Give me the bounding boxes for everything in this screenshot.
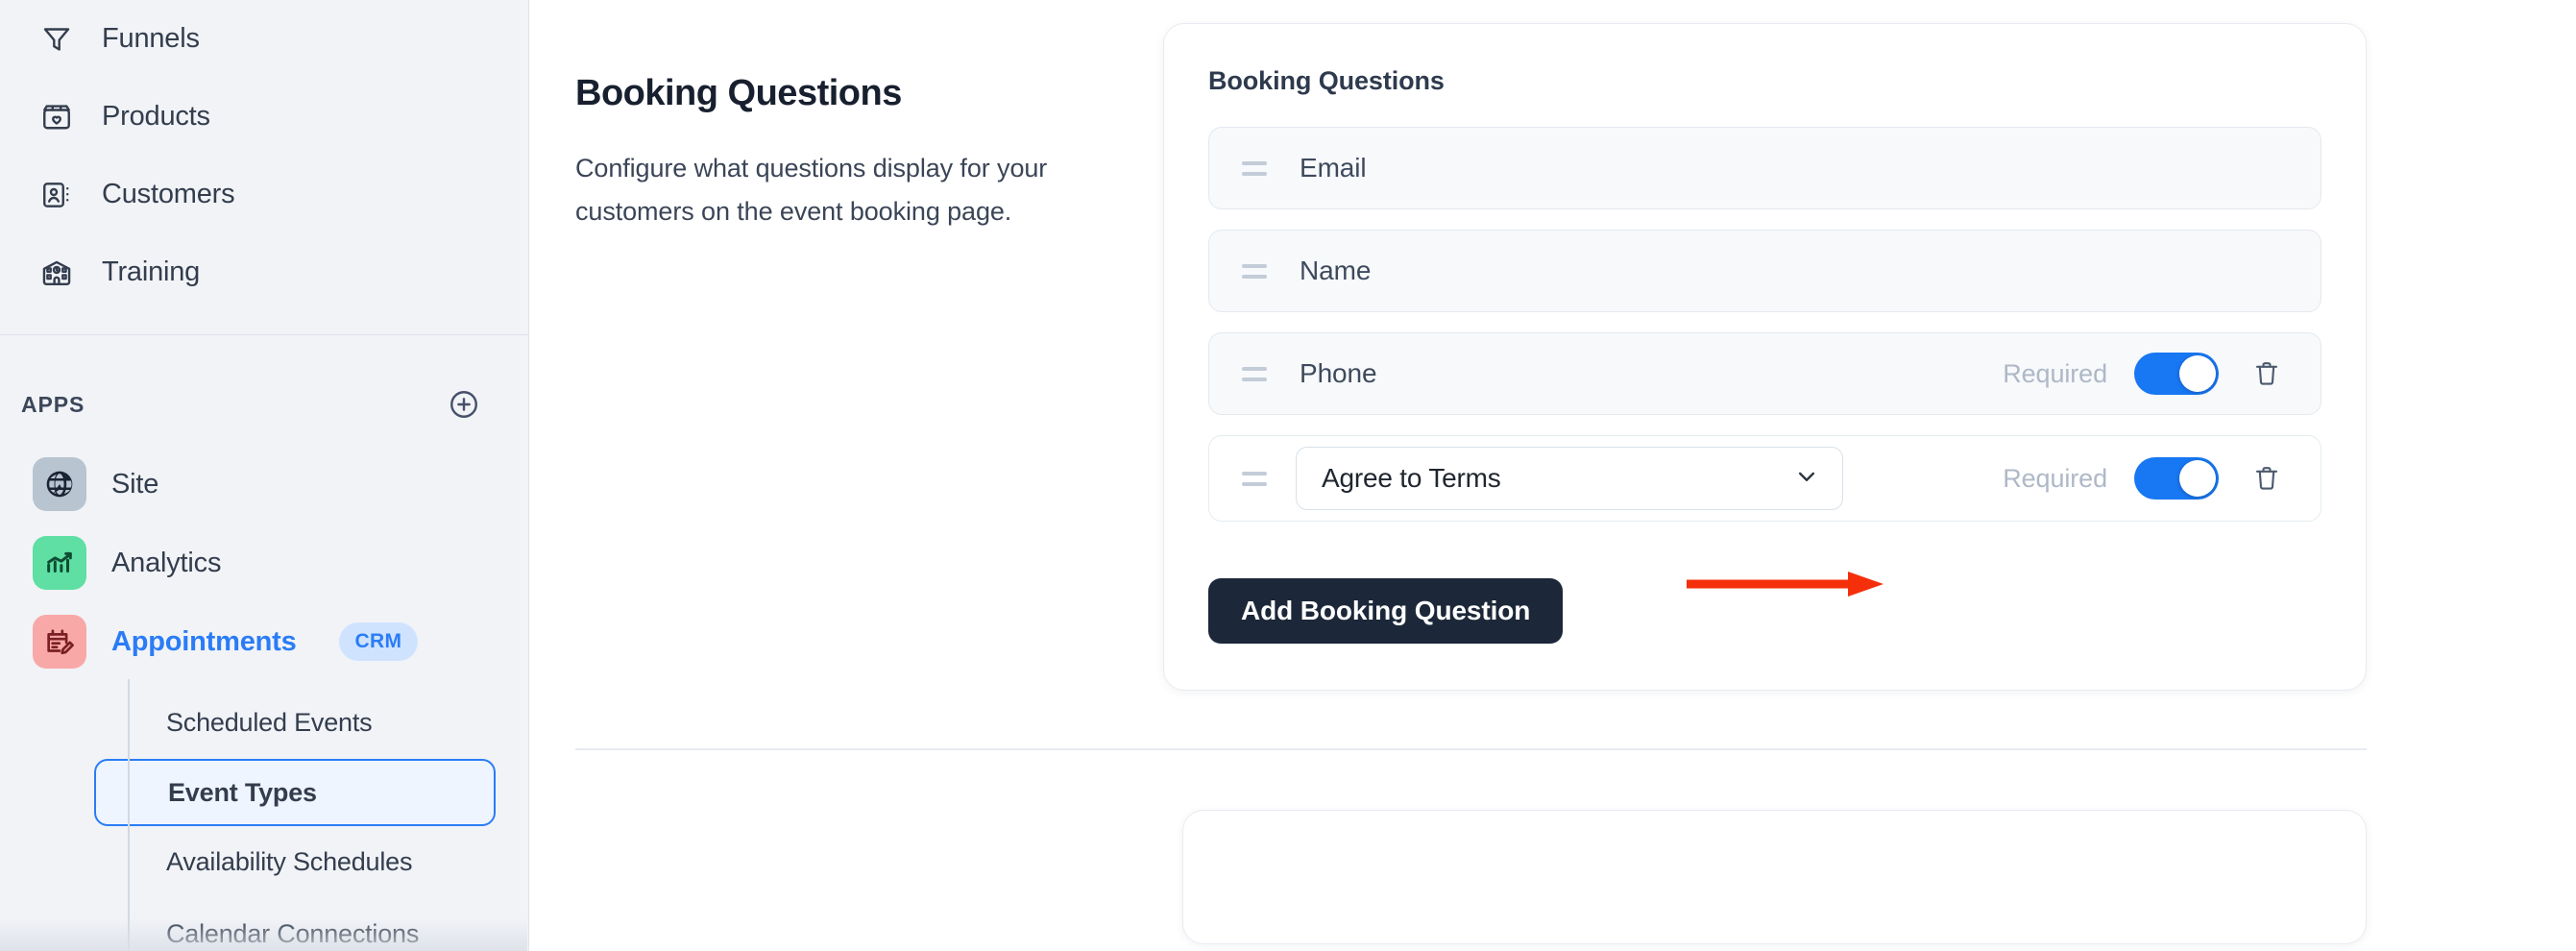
sidebar-item-customers[interactable]: Customers — [0, 156, 528, 233]
contact-card-icon — [38, 177, 75, 213]
drag-handle-icon[interactable] — [1242, 471, 1275, 486]
add-booking-question-button[interactable]: Add Booking Question — [1208, 578, 1564, 644]
apps-section-title: APPS — [21, 391, 85, 417]
app-tile — [33, 536, 86, 590]
section-description: Configure what questions display for you… — [575, 154, 1048, 226]
appointments-subnav: Scheduled Events Event Types Availabilit… — [0, 679, 528, 951]
select-value: Agree to Terms — [1322, 463, 1501, 493]
primary-nav: Funnels Products Customers Training — [0, 0, 528, 334]
app-root: Funnels Products Customers Training APPS… — [0, 0, 2576, 951]
app-tile — [33, 615, 86, 669]
subitem-label: Event Types — [168, 777, 317, 807]
question-label: Email — [1300, 153, 1367, 183]
toggle-knob — [2179, 460, 2216, 497]
required-toggle[interactable] — [2134, 457, 2219, 500]
section-description-column: Booking Questions Configure what questio… — [529, 23, 1144, 691]
section-divider — [575, 748, 2367, 750]
sidebar-subitem-scheduled-events[interactable]: Scheduled Events — [128, 687, 528, 759]
drag-handle-icon[interactable] — [1242, 366, 1275, 381]
plus-circle-icon[interactable] — [445, 385, 483, 424]
drag-handle-icon[interactable] — [1242, 160, 1275, 176]
sidebar-item-label: Funnels — [102, 23, 200, 54]
booking-question-row[interactable]: Email — [1208, 127, 2321, 209]
status-badge: CRM — [338, 622, 419, 661]
app-label: Site — [111, 468, 159, 500]
card-title: Booking Questions — [1208, 66, 1445, 95]
required-label: Required — [2003, 463, 2107, 493]
booking-questions-section: Booking Questions Configure what questio… — [529, 0, 2576, 691]
sidebar-item-label: Products — [102, 101, 210, 132]
page-title: Booking Questions — [575, 73, 902, 113]
chevron-down-icon — [1792, 462, 1821, 496]
subitem-label: Availability Schedules — [166, 847, 413, 876]
required-toggle[interactable] — [2134, 353, 2219, 395]
sidebar-item-label: Training — [102, 256, 201, 287]
sidebar-item-funnels[interactable]: Funnels — [0, 0, 528, 78]
sidebar-item-products[interactable]: Products — [0, 78, 528, 156]
app-tile — [33, 457, 86, 511]
sidebar-item-label: Customers — [102, 179, 235, 209]
sidebar-app-appointments[interactable]: Appointments CRM — [0, 602, 528, 681]
question-label: Phone — [1300, 358, 1377, 388]
app-label: Analytics — [111, 547, 222, 578]
sidebar-app-analytics[interactable]: Analytics — [0, 524, 528, 602]
main-content: Booking Questions Configure what questio… — [529, 0, 2576, 951]
booking-question-row[interactable]: Phone Required — [1208, 332, 2321, 415]
required-label: Required — [2003, 358, 2107, 388]
sidebar: Funnels Products Customers Training APPS… — [0, 0, 529, 951]
booking-questions-card: Booking Questions Email Name Phone Requi… — [1163, 23, 2367, 691]
toggle-knob — [2179, 355, 2216, 392]
question-label: Name — [1300, 256, 1372, 285]
next-section-card — [1182, 810, 2367, 944]
booking-question-row[interactable]: Name — [1208, 230, 2321, 312]
apps-list: Site Analytics Appointments CRM Schedule… — [0, 424, 528, 951]
subitem-label: Scheduled Events — [166, 708, 373, 737]
trash-icon[interactable] — [2246, 457, 2288, 500]
subitem-label: Calendar Connections — [166, 919, 420, 948]
apps-section-header: APPS — [0, 335, 528, 424]
funnel-icon — [38, 21, 75, 58]
box-heart-icon — [38, 99, 75, 135]
school-building-icon — [38, 255, 75, 291]
sidebar-app-site[interactable]: Site — [0, 445, 528, 524]
drag-handle-icon[interactable] — [1242, 263, 1275, 279]
trash-icon[interactable] — [2246, 353, 2288, 395]
booking-question-row[interactable]: Agree to Terms Required — [1208, 435, 2321, 522]
question-type-select[interactable]: Agree to Terms — [1296, 447, 1843, 510]
app-label: Appointments — [111, 625, 297, 657]
sidebar-subitem-event-types[interactable]: Event Types — [94, 759, 496, 826]
sidebar-item-training[interactable]: Training — [0, 233, 528, 311]
sidebar-subitem-availability-schedules[interactable]: Availability Schedules — [128, 826, 528, 898]
sidebar-subitem-calendar-connections[interactable]: Calendar Connections — [128, 898, 528, 951]
